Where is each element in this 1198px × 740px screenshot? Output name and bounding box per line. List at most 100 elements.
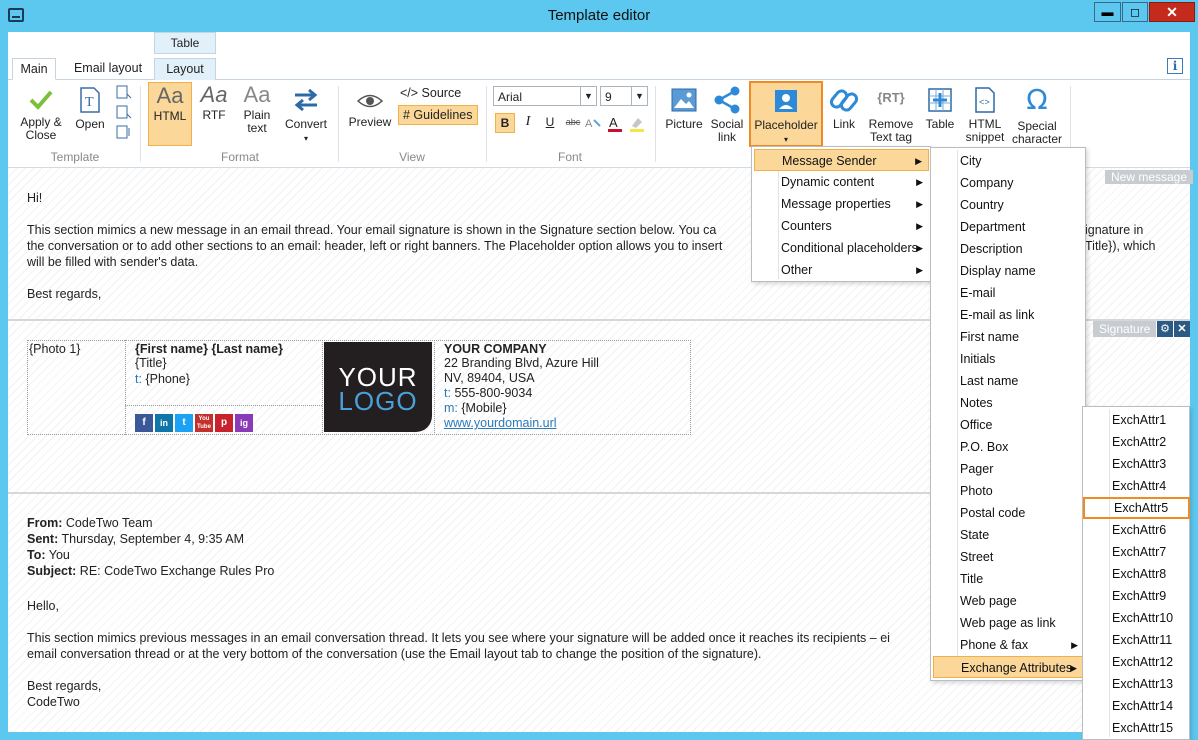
remove-text-tag-button[interactable]: {RT} Remove Text tag (866, 86, 916, 144)
guidelines-button[interactable]: # Guidelines (398, 105, 478, 125)
preview-button[interactable]: Preview (346, 90, 394, 129)
menu-item-exchattr4[interactable]: ExchAttr4 (1085, 475, 1188, 497)
chevron-down-icon[interactable]: ▼ (580, 87, 596, 105)
address-line-2: NV, 89404, USA (444, 371, 535, 385)
html-format-button[interactable]: Aa HTML (148, 82, 192, 146)
website-link[interactable]: www.yourdomain.url (444, 415, 557, 431)
menu-item-e-mail[interactable]: E-mail (933, 282, 1084, 304)
menu-item-exchattr11[interactable]: ExchAttr11 (1085, 629, 1188, 651)
close-icon[interactable]: ✕ (1174, 321, 1190, 337)
link-button[interactable]: Link (828, 86, 860, 131)
menu-item-dynamic-content[interactable]: Dynamic content ▶ (754, 171, 929, 193)
convert-button[interactable]: Convert ▾ (282, 86, 330, 145)
placeholder-button[interactable]: Placeholder ▾ (749, 81, 823, 147)
menu-item-last-name[interactable]: Last name (933, 370, 1084, 392)
menu-item-phone-fax[interactable]: Phone & fax ▶ (933, 634, 1084, 656)
menu-item-pager[interactable]: Pager (933, 458, 1084, 480)
html-snippet-button[interactable]: <> HTML snippet (962, 86, 1008, 144)
menu-item-office[interactable]: Office (933, 414, 1084, 436)
menu-item-web-page[interactable]: Web page (933, 590, 1084, 612)
menu-item-exchange-attributes[interactable]: Exchange Attributes ▶ (933, 656, 1084, 678)
font-size-value: 9 (605, 90, 612, 104)
eye-icon (356, 94, 384, 108)
rtf-format-button[interactable]: Aa RTF (196, 84, 232, 122)
menu-item-message-sender[interactable]: Message Sender ▶ (754, 149, 929, 171)
company-logo: YOUR LOGO (324, 342, 432, 432)
svg-text:A: A (585, 118, 593, 130)
menu-item-web-page-as-link[interactable]: Web page as link (933, 612, 1084, 634)
menu-item-first-name[interactable]: First name (933, 326, 1084, 348)
menu-item-conditional-placeholders[interactable]: Conditional placeholders ▶ (754, 237, 929, 259)
menu-item-company[interactable]: Company (933, 172, 1084, 194)
minimize-button[interactable]: ▬ (1094, 2, 1121, 22)
font-color-icon[interactable]: A (606, 114, 624, 134)
address-line-1: 22 Branding Blvd, Azure Hill (444, 356, 599, 370)
underline-button[interactable]: U (540, 113, 560, 133)
maximize-button[interactable]: ◻ (1122, 2, 1148, 22)
menu-item-exchattr7[interactable]: ExchAttr7 (1085, 541, 1188, 563)
special-character-button[interactable]: Ω Special character (1012, 86, 1062, 146)
info-icon[interactable]: i (1167, 58, 1183, 74)
menu-item-photo[interactable]: Photo (933, 480, 1084, 502)
tab-layout[interactable]: Layout (154, 58, 216, 80)
plain-text-button[interactable]: Aa Plain text (238, 82, 276, 135)
open-button[interactable]: T Open (70, 86, 110, 131)
font-size-select[interactable]: 9 ▼ (600, 86, 648, 106)
plain-text-icon: Aa (243, 82, 271, 107)
menu-item-exchattr13[interactable]: ExchAttr13 (1085, 673, 1188, 695)
menu-item-notes[interactable]: Notes (933, 392, 1084, 414)
menu-item-title[interactable]: Title (933, 568, 1084, 590)
chevron-down-icon[interactable]: ▼ (631, 87, 647, 105)
social-link-button[interactable]: Social link (709, 86, 745, 144)
chevron-down-icon: ▾ (303, 134, 308, 143)
chevron-down-icon: ▾ (783, 135, 788, 144)
menu-item-e-mail-as-link[interactable]: E-mail as link (933, 304, 1084, 326)
menu-item-exchattr1[interactable]: ExchAttr1 (1085, 409, 1188, 431)
picture-button[interactable]: Picture (664, 86, 704, 131)
bold-button[interactable]: B (495, 113, 515, 133)
template-small-icons[interactable] (115, 84, 133, 144)
menu-item-exchattr6[interactable]: ExchAttr6 (1085, 519, 1188, 541)
menu-item-street[interactable]: Street (933, 546, 1084, 568)
gear-icon[interactable]: ⚙ (1157, 321, 1173, 337)
strikethrough-button[interactable]: abc (563, 113, 583, 133)
close-button[interactable]: ✕ (1149, 2, 1195, 22)
menu-item-p-o-box[interactable]: P.O. Box (933, 436, 1084, 458)
menu-item-postal-code[interactable]: Postal code (933, 502, 1084, 524)
menu-item-exchattr10[interactable]: ExchAttr10 (1085, 607, 1188, 629)
source-button[interactable]: </> Source (400, 86, 461, 100)
menu-item-state[interactable]: State (933, 524, 1084, 546)
menu-item-exchattr2[interactable]: ExchAttr2 (1085, 431, 1188, 453)
table-cell-border (125, 340, 126, 435)
table-cell-border (125, 405, 322, 406)
menu-item-department[interactable]: Department (933, 216, 1084, 238)
code-snippet-icon: <> (975, 87, 995, 113)
from-value: CodeTwo Team (65, 516, 153, 530)
italic-button[interactable]: I (518, 113, 538, 133)
menu-item-exchattr3[interactable]: ExchAttr3 (1085, 453, 1188, 475)
menu-item-exchattr9[interactable]: ExchAttr9 (1085, 585, 1188, 607)
clear-format-icon[interactable]: A (584, 114, 602, 132)
menu-item-exchattr8[interactable]: ExchAttr8 (1085, 563, 1188, 585)
menu-item-counters[interactable]: Counters ▶ (754, 215, 929, 237)
highlight-color-icon[interactable] (628, 114, 646, 134)
font-name-select[interactable]: Arial ▼ (493, 86, 597, 106)
menu-item-display-name[interactable]: Display name (933, 260, 1084, 282)
menu-item-initials[interactable]: Initials (933, 348, 1084, 370)
phone-prefix: t: (135, 372, 142, 386)
table-button[interactable]: Table (922, 86, 958, 131)
menu-item-exchattr12[interactable]: ExchAttr12 (1085, 651, 1188, 673)
menu-item-other[interactable]: Other ▶ (754, 259, 929, 281)
apply-close-button[interactable]: Apply & Close (16, 86, 66, 142)
menu-item-city[interactable]: City (933, 150, 1084, 172)
tab-main[interactable]: Main (12, 58, 56, 80)
tab-email-layout[interactable]: Email layout (66, 58, 150, 80)
menu-item-message-properties[interactable]: Message properties ▶ (754, 193, 929, 215)
menu-item-exchattr5[interactable]: ExchAttr5 (1083, 497, 1190, 519)
menu-item-exchattr14[interactable]: ExchAttr14 (1085, 695, 1188, 717)
from-label: From: (27, 516, 63, 530)
menu-item-exchattr15[interactable]: ExchAttr15 (1085, 717, 1188, 739)
menu-item-description[interactable]: Description (933, 238, 1084, 260)
menu-item-country[interactable]: Country (933, 194, 1084, 216)
plain-label-2: text (247, 121, 267, 135)
